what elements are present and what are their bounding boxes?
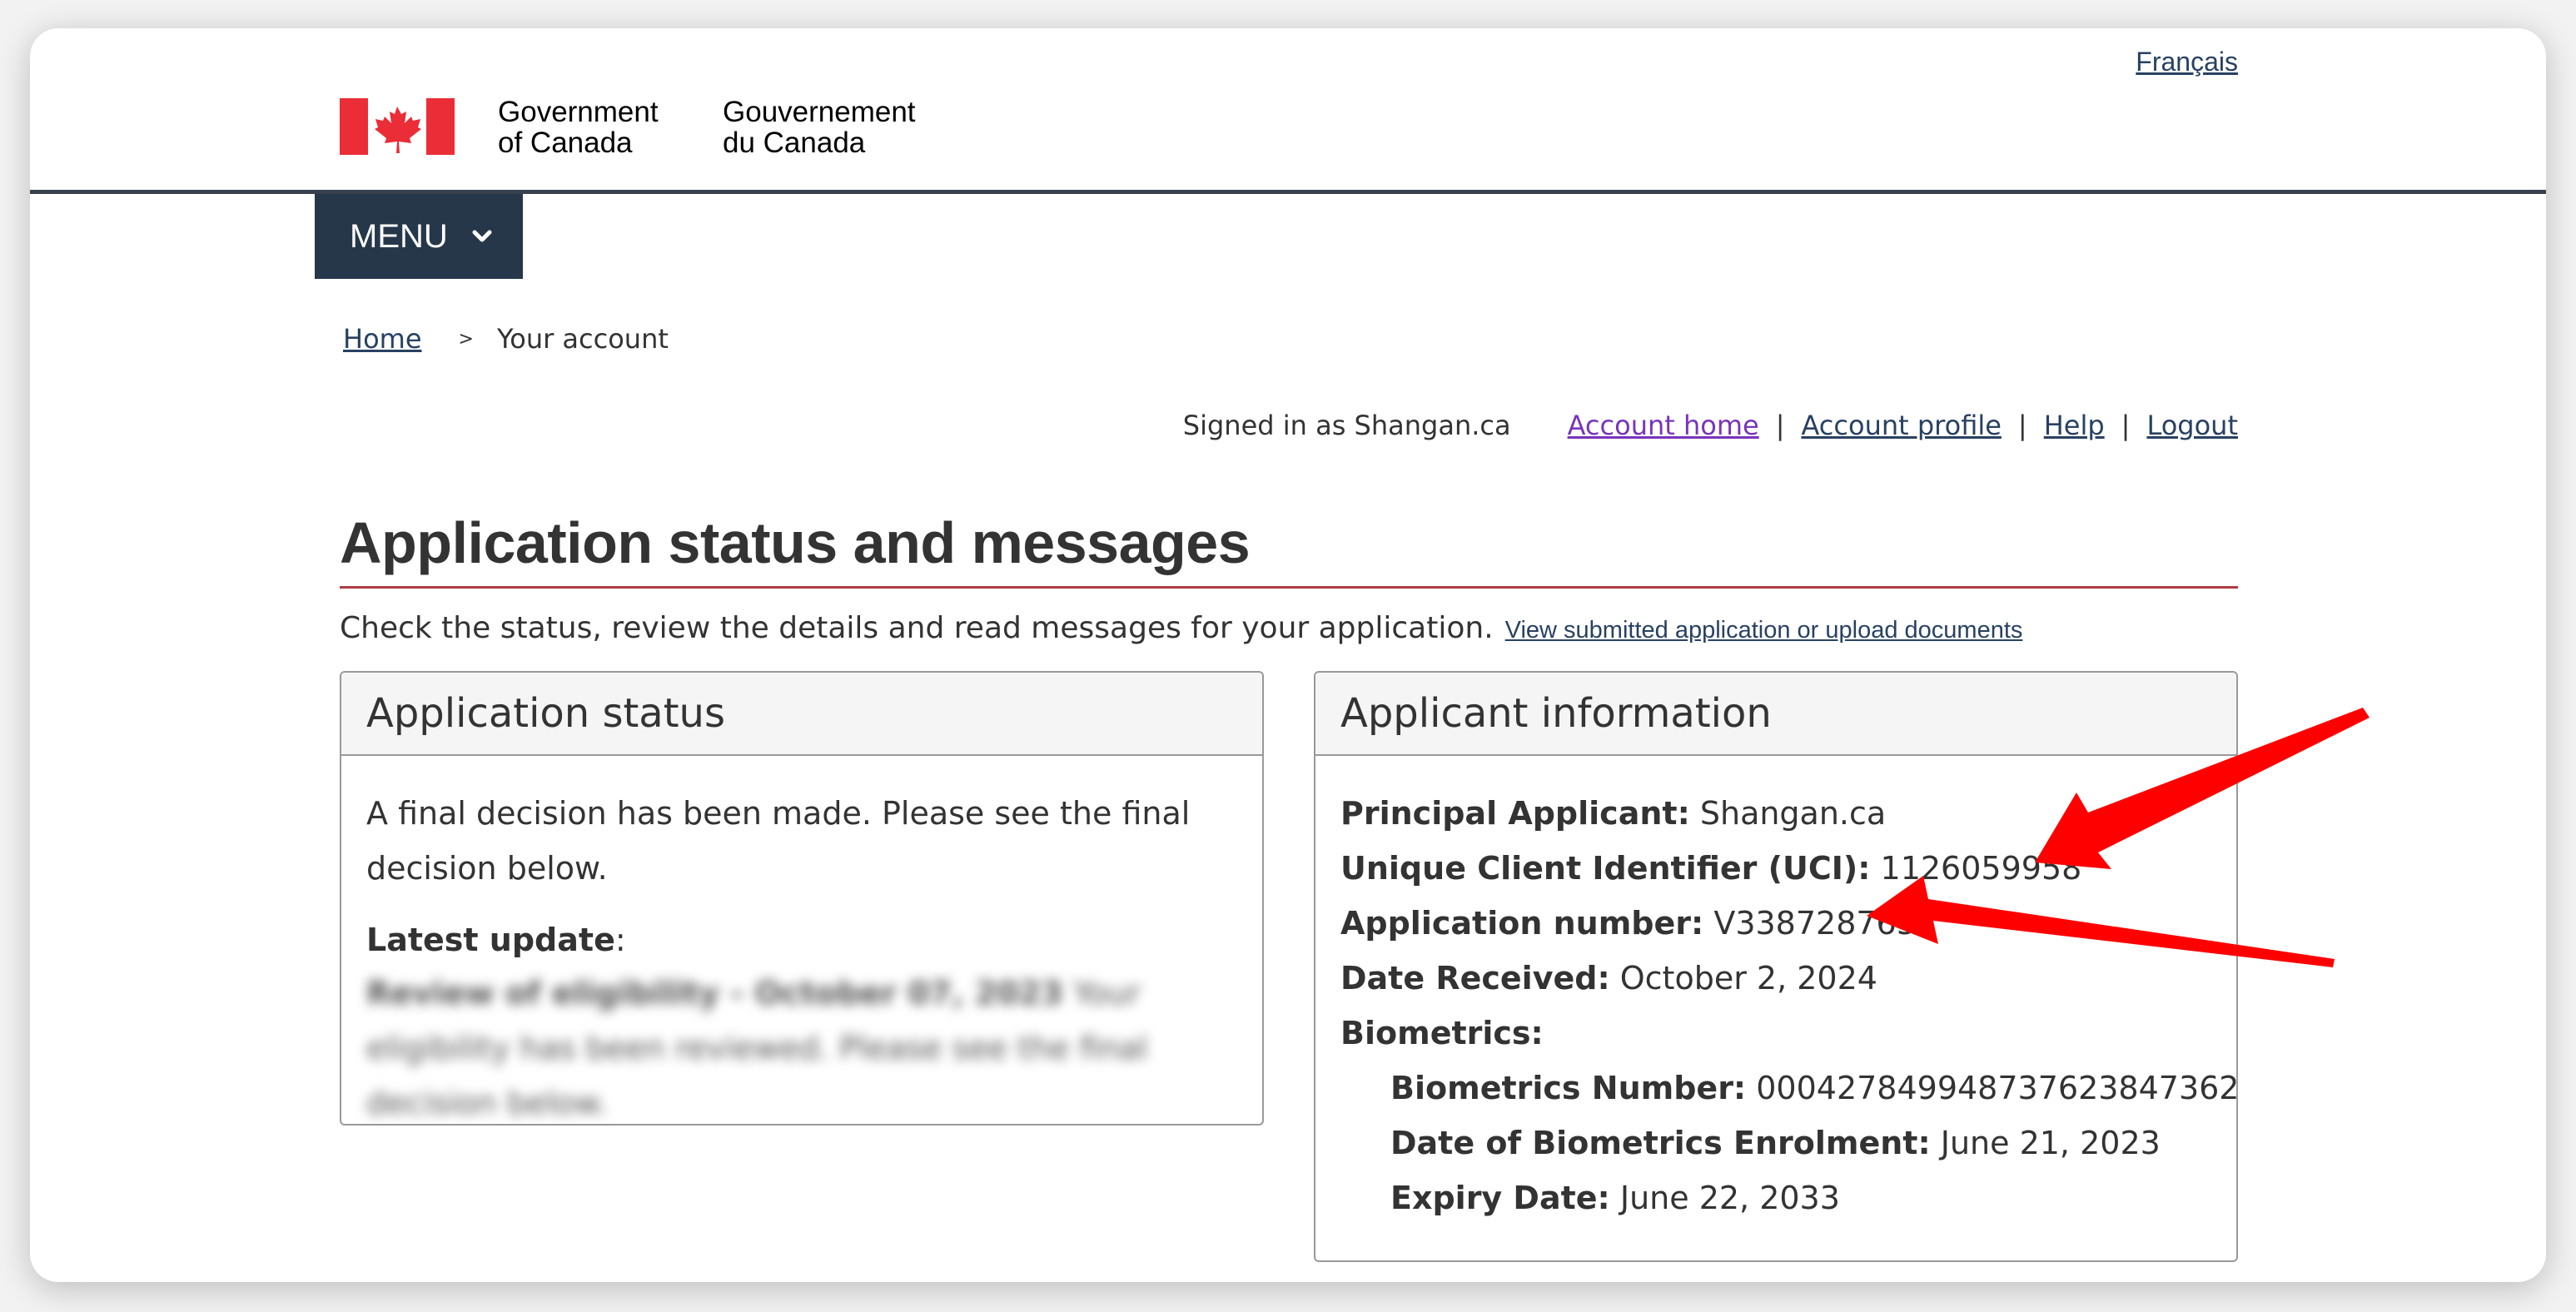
latest-update-text: Review of eligibility - October 07, 2023… (366, 966, 1216, 1124)
link-separator: | (2017, 410, 2027, 441)
title-underline (340, 586, 2238, 589)
application-status-panel: Application status A final decision has … (340, 671, 1264, 1126)
biometrics-row: Biometrics: (1340, 1006, 2211, 1061)
account-home-link[interactable]: Account home (1568, 410, 1759, 441)
applicant-information-panel: Applicant information Principal Applican… (1314, 671, 2238, 1262)
browser-frame: Government of Canada Gouvernement du Can… (30, 28, 2546, 1282)
panel-heading: Application status (341, 673, 1262, 756)
breadcrumb-current: Your account (496, 323, 669, 355)
biometrics-number-row: Biometrics Number: 000427849948737623847… (1340, 1061, 2236, 1116)
status-text: A final decision has been made. Please s… (366, 795, 1191, 887)
signed-in-text: Signed in as Shangan.ca (1182, 410, 1511, 441)
biometrics-enrolment-row: Date of Biometrics Enrolment: June 21, 2… (1340, 1116, 2211, 1170)
help-link[interactable]: Help (2044, 410, 2105, 441)
info-label: Biometrics: (1340, 1015, 1544, 1051)
canada-flag-icon (340, 98, 455, 155)
chevron-down-icon (472, 230, 492, 242)
breadcrumb: Home > Your account (343, 323, 669, 355)
uci-row: Unique Client Identifier (UCI): 11260599… (1340, 841, 2211, 896)
info-label: Principal Applicant: (1340, 795, 1690, 832)
breadcrumb-home-link[interactable]: Home (343, 323, 422, 355)
date-received-row: Date Received: October 2, 2024 (1340, 951, 2211, 1006)
link-separator: | (2121, 410, 2131, 441)
info-value: Shangan.ca (1699, 795, 1887, 832)
latest-update-label: Latest update: (366, 914, 1237, 966)
info-label: Unique Client Identifier (UCI): (1340, 850, 1871, 887)
info-label: Date Received: (1340, 960, 1610, 996)
info-label: Application number: (1340, 905, 1704, 942)
account-menu-bar: Signed in as Shangan.ca Account home | A… (1183, 410, 2238, 441)
signature-french: Gouvernement du Canada (723, 96, 916, 159)
breadcrumb-separator: > (458, 328, 474, 350)
info-label: Expiry Date: (1390, 1180, 1610, 1216)
account-profile-link[interactable]: Account profile (1801, 410, 2001, 441)
logout-link[interactable]: Logout (2146, 410, 2238, 441)
page-intro: Check the status, review the details and… (340, 611, 2022, 645)
signature-english: Government of Canada (498, 96, 659, 159)
info-value: 1126059958 (1880, 850, 2082, 887)
info-value: October 2, 2024 (1619, 960, 1877, 996)
latest-update-colon: : (614, 922, 626, 958)
page-title: Application status and messages (340, 510, 1251, 575)
intro-text: Check the status, review the details and… (340, 611, 1494, 645)
principal-applicant-row: Principal Applicant: Shangan.ca (1340, 786, 2211, 841)
latest-update-title: Review of eligibility - October 07, 2023 (366, 975, 1063, 1011)
latest-update-label-text: Latest update (366, 922, 615, 958)
info-label: Date of Biometrics Enrolment: (1390, 1125, 1931, 1161)
application-number-row: Application number: V338728765 (1340, 896, 2211, 951)
info-label: Biometrics Number: (1390, 1070, 1747, 1106)
menu-label: MENU (350, 217, 448, 255)
info-value: V338728765 (1713, 905, 1917, 942)
view-application-link[interactable]: View submitted application or upload doc… (1505, 617, 2023, 644)
language-toggle-link[interactable]: Français (2136, 47, 2238, 77)
biometrics-expiry-row: Expiry Date: June 22, 2033 (1340, 1170, 2211, 1225)
info-value: 000427849948737623847362 (1756, 1070, 2238, 1106)
info-value: June 22, 2033 (1619, 1180, 1840, 1216)
link-separator: | (1775, 410, 1785, 441)
menu-button[interactable]: MENU (315, 194, 523, 279)
panel-heading: Applicant information (1315, 673, 2236, 756)
info-value: June 21, 2023 (1940, 1125, 2161, 1161)
